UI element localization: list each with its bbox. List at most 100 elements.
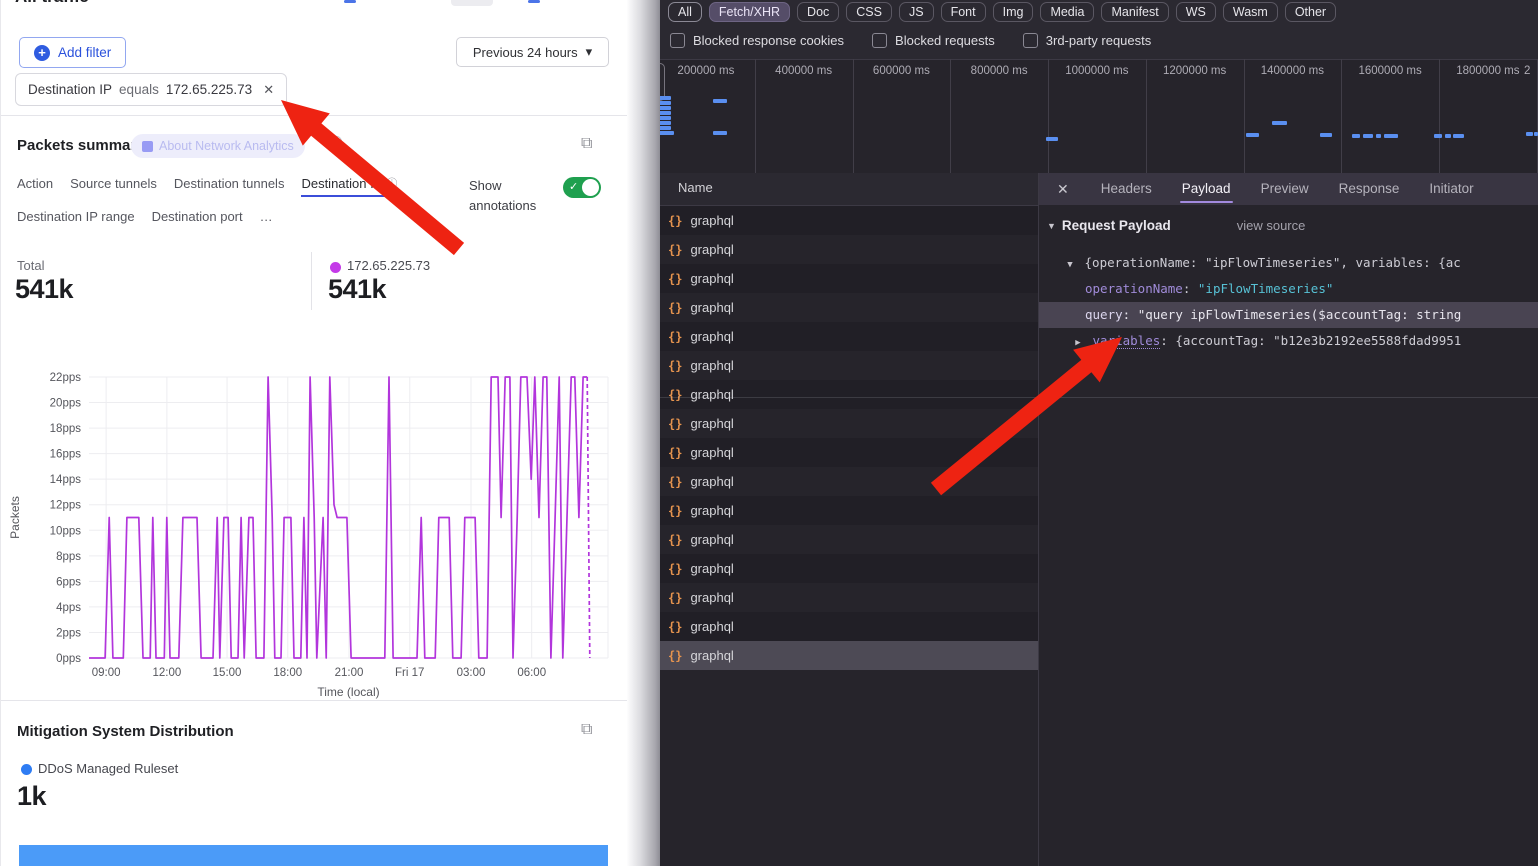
collapse-triangle-icon[interactable]: ▼ (1063, 252, 1077, 276)
tab-action[interactable]: Action (17, 175, 53, 197)
payload-operation-name-line[interactable]: operationName: "ipFlowTimeseries" (1039, 276, 1538, 302)
remove-filter-icon[interactable]: ✕ (263, 82, 274, 98)
pill-css[interactable]: CSS (846, 2, 892, 22)
pill-media[interactable]: Media (1040, 2, 1094, 22)
request-timing-mark (1046, 137, 1058, 141)
request-row[interactable]: {}graphql (660, 554, 1038, 583)
svg-text:Fri 17: Fri 17 (395, 667, 424, 679)
request-row[interactable]: {}graphql (660, 583, 1038, 612)
detail-tab-response[interactable]: Response (1339, 173, 1400, 205)
request-timing-mark (1352, 134, 1360, 138)
svg-text:20pps: 20pps (50, 398, 82, 410)
svg-text:10pps: 10pps (50, 525, 82, 537)
expand-card-icon[interactable]: ⧉ (581, 721, 592, 739)
packets-timeseries-chart: 0pps2pps4pps6pps8pps10pps12pps14pps16pps… (1, 363, 624, 705)
about-network-analytics-badge[interactable]: About Network Analytics (131, 134, 305, 158)
request-row[interactable]: {}graphql (660, 467, 1038, 496)
series-legend-label: 172.65.225.73 (347, 258, 430, 273)
name-column-header[interactable]: Name (678, 180, 713, 195)
detail-tab-preview[interactable]: Preview (1261, 173, 1309, 205)
request-timing-mark (1363, 134, 1373, 138)
payload-key: operationName (1085, 281, 1183, 296)
request-row[interactable]: {}graphql (660, 235, 1038, 264)
show-annotations-label: Show annotations (469, 176, 561, 216)
request-row[interactable]: {}graphql (660, 525, 1038, 554)
checkbox-3rd-party-requests[interactable]: 3rd-party requests (1023, 33, 1152, 48)
checkbox-blocked-requests[interactable]: Blocked requests (872, 33, 995, 48)
pill-js[interactable]: JS (899, 2, 934, 22)
request-timing-mark (660, 111, 671, 115)
tab--[interactable]: … (260, 209, 273, 230)
request-timing-mark (660, 116, 671, 120)
payload-key[interactable]: variables (1093, 333, 1161, 349)
timeline-tick-label: 1000000 ms (1048, 65, 1146, 77)
request-timing-mark (1534, 132, 1538, 136)
request-row[interactable]: {}graphql (660, 322, 1038, 351)
pill-manifest[interactable]: Manifest (1101, 2, 1168, 22)
request-row[interactable]: {}graphql (660, 206, 1038, 235)
show-annotations-toggle[interactable]: ✓ (563, 177, 601, 198)
pill-wasm[interactable]: Wasm (1223, 2, 1278, 22)
network-overview-timeline[interactable]: 2 200000 ms400000 ms600000 ms800000 ms10… (660, 59, 1538, 174)
request-row[interactable]: {}graphql (660, 264, 1038, 293)
svg-text:0pps: 0pps (56, 653, 81, 665)
time-range-dropdown[interactable]: Previous 24 hours ▾ (456, 37, 609, 67)
timeline-cell: 1800000 ms (1439, 59, 1538, 173)
series-legend-dot (330, 262, 341, 273)
request-row[interactable]: {}graphql (660, 438, 1038, 467)
pill-fetch-xhr[interactable]: Fetch/XHR (709, 2, 790, 22)
collapse-triangle-icon[interactable]: ▼ (1047, 221, 1056, 231)
expand-triangle-icon[interactable]: ▶ (1071, 330, 1085, 354)
pill-ws[interactable]: WS (1176, 2, 1216, 22)
timeline-cell: 1400000 ms (1244, 59, 1343, 173)
payload-summary-text: {operationName: "ipFlowTimeseries", vari… (1085, 255, 1461, 270)
request-timing-mark (1384, 134, 1398, 138)
series-stat-value: 541k (328, 274, 386, 305)
request-row[interactable]: {}graphql (660, 351, 1038, 380)
mitigation-legend-dot (21, 764, 32, 775)
request-timing-mark (713, 131, 727, 135)
view-source-link[interactable]: view source (1237, 218, 1306, 233)
request-row[interactable]: {}graphql (660, 409, 1038, 438)
expand-card-icon[interactable]: ⧉ (581, 135, 592, 153)
json-braces-icon: {} (668, 214, 682, 228)
checkbox-box[interactable] (872, 33, 887, 48)
payload-summary-line[interactable]: ▼ {operationName: "ipFlowTimeseries", va… (1039, 250, 1538, 276)
svg-text:12:00: 12:00 (152, 667, 181, 679)
detail-tab-headers[interactable]: Headers (1101, 173, 1152, 205)
tab-destination-tunnels[interactable]: Destination tunnels (174, 175, 285, 197)
json-braces-icon: {} (668, 620, 682, 634)
request-row[interactable]: {}graphql (660, 380, 1038, 409)
request-name: graphql (690, 474, 733, 489)
detail-tab-payload[interactable]: Payload (1182, 173, 1231, 205)
checkbox-blocked-response-cookies[interactable]: Blocked response cookies (670, 33, 844, 48)
request-timing-mark (1272, 121, 1287, 125)
tab-source-tunnels[interactable]: Source tunnels (70, 175, 157, 197)
svg-text:8pps: 8pps (56, 551, 81, 563)
checkbox-box[interactable] (1023, 33, 1038, 48)
request-row[interactable]: {}graphql (660, 293, 1038, 322)
packets-tabs-row1: Action Source tunnels Destination tunnels D… (17, 175, 397, 197)
checkbox-box[interactable] (670, 33, 685, 48)
pill-other[interactable]: Other (1285, 2, 1336, 22)
timeline-tick-label: 600000 ms (853, 65, 951, 77)
add-filter-button[interactable]: + Add filter (19, 37, 126, 68)
tab-destination-ip-range[interactable]: Destination IP range (17, 209, 135, 230)
pill-all[interactable]: All (668, 2, 702, 22)
detail-tab-initiator[interactable]: Initiator (1429, 173, 1473, 205)
svg-text:14pps: 14pps (50, 474, 82, 486)
plus-icon: + (34, 45, 50, 61)
pill-font[interactable]: Font (941, 2, 986, 22)
tab-destination-ip[interactable]: Destination IPⓘ (301, 175, 397, 197)
request-row[interactable]: {}graphql (660, 496, 1038, 525)
pill-img[interactable]: Img (993, 2, 1034, 22)
timeline-cell: 400000 ms (755, 59, 854, 173)
payload-query-line[interactable]: query: "query ipFlowTimeseries($accountT… (1039, 302, 1538, 328)
tab-destination-port[interactable]: Destination port (152, 209, 243, 230)
pill-doc[interactable]: Doc (797, 2, 839, 22)
payload-variables-line[interactable]: ▶ variables: {accountTag: "b12e3b2192ee5… (1039, 328, 1538, 354)
filter-chip[interactable]: Destination IP equals 172.65.225.73 ✕ (15, 73, 287, 106)
request-row[interactable]: {}graphql (660, 612, 1038, 641)
request-row[interactable]: {}graphql (660, 641, 1038, 670)
close-icon[interactable]: ✕ (1057, 181, 1069, 198)
